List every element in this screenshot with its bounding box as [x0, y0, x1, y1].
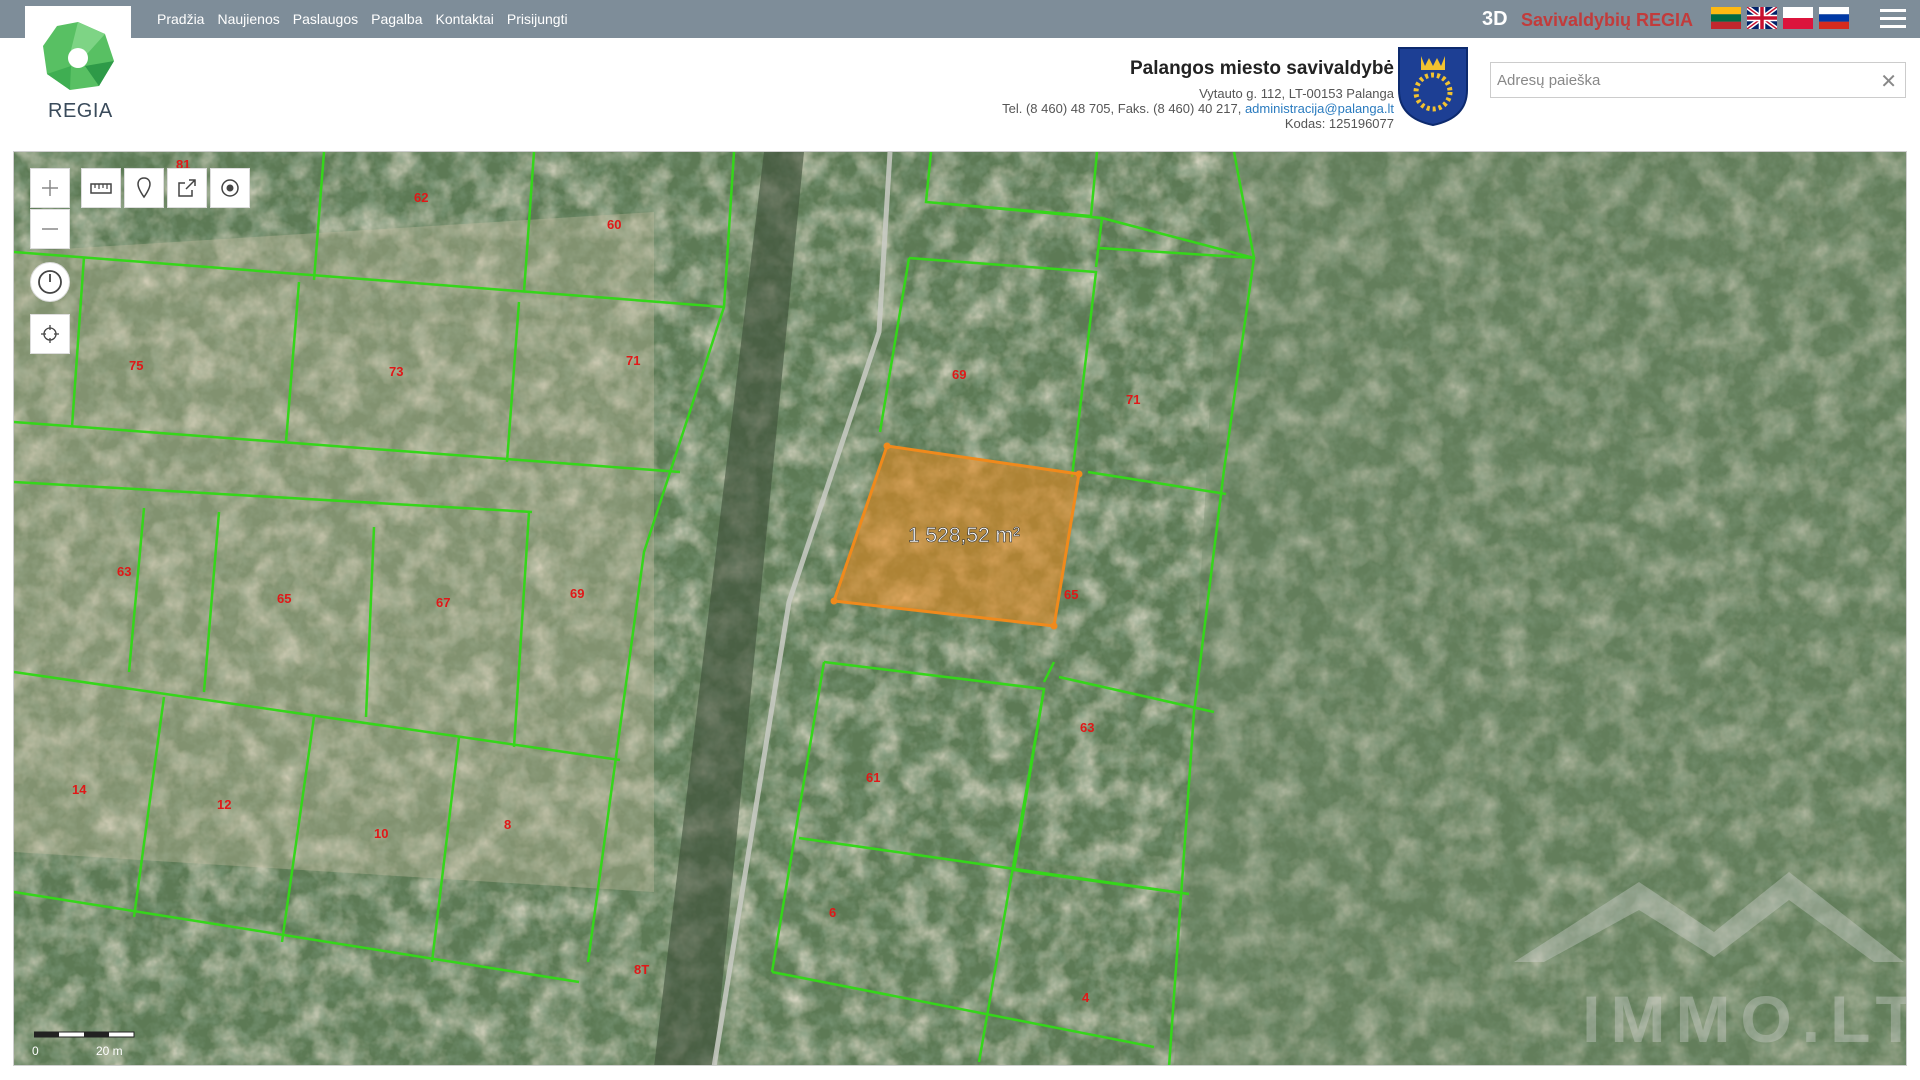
- parcel-label: 69: [570, 586, 584, 601]
- parcel-label: 60: [607, 217, 621, 232]
- scale-bar: 0 20 m: [32, 1030, 154, 1058]
- municipality-name: Palangos miesto savivaldybė: [1129, 58, 1394, 79]
- nav-item-prisijungti[interactable]: Prisijungti: [507, 11, 568, 27]
- regia-logo-icon: [43, 22, 114, 90]
- nav-item-kontaktai[interactable]: Kontaktai: [436, 11, 494, 27]
- aerial-map[interactable]: 1 528,52 m² 81 62 60 75 73 71 69 71 63 6…: [14, 152, 1907, 1066]
- coat-of-arms-icon: [1398, 47, 1468, 126]
- geolocate-button[interactable]: [30, 314, 70, 354]
- watermark-text: IMMO.LT: [1582, 982, 1907, 1056]
- parcel-label: 65: [1064, 587, 1078, 602]
- ru-flag-icon[interactable]: [1819, 7, 1849, 29]
- parcel-label: 8T: [634, 962, 649, 977]
- address-search: ✕: [1490, 62, 1906, 98]
- nav-item-pagalba[interactable]: Pagalba: [371, 11, 422, 27]
- map-view[interactable]: 1 528,52 m² 81 62 60 75 73 71 69 71 63 6…: [13, 151, 1907, 1066]
- parcel-label: 8: [504, 817, 511, 832]
- municipality-address: Vytauto g. 112, LT-00153 Palanga: [1199, 86, 1394, 101]
- share-icon: [178, 179, 196, 197]
- area-measurement: 1 528,52 m²: [908, 524, 1020, 547]
- parcel-label: 10: [374, 826, 388, 841]
- parcel-label: 67: [436, 595, 450, 610]
- parcel-label: 12: [217, 797, 231, 812]
- scale-distance: 20 m: [96, 1044, 123, 1058]
- minus-icon: [42, 228, 58, 230]
- 3d-link[interactable]: 3D: [1482, 8, 1508, 31]
- target-icon: [221, 179, 239, 197]
- parcel-label: 69: [952, 367, 966, 382]
- plus-icon: [42, 180, 58, 196]
- brand-name: Savivaldybių REGIA: [1521, 10, 1694, 30]
- parcel-label: 73: [389, 364, 403, 379]
- clear-search-icon[interactable]: ✕: [1880, 69, 1897, 94]
- parcel-label: 71: [626, 353, 640, 368]
- uk-flag-icon[interactable]: [1747, 7, 1777, 29]
- nav-item-pradzia[interactable]: Pradžia: [157, 11, 204, 27]
- clock-icon: [38, 270, 62, 294]
- lt-flag-icon[interactable]: [1711, 7, 1741, 29]
- language-flags: [1711, 7, 1849, 29]
- zoom-out-button[interactable]: [30, 209, 70, 249]
- scale-bar-graphic: [34, 1031, 135, 1038]
- zoom-in-button[interactable]: [30, 168, 70, 208]
- parcel-label: 62: [414, 190, 428, 205]
- history-button[interactable]: [30, 262, 70, 302]
- parcel-label: 4: [1082, 990, 1090, 1005]
- pl-flag-icon[interactable]: [1783, 7, 1813, 29]
- map-pin-icon: [137, 177, 151, 199]
- share-button[interactable]: [167, 168, 207, 208]
- address-search-input[interactable]: [1491, 63, 1867, 97]
- parcel-label: 75: [129, 358, 143, 373]
- municipality-info: Palangos miesto savivaldybė Vytauto g. 1…: [1002, 58, 1394, 131]
- municipality-code: Kodas: 125196077: [1284, 116, 1394, 131]
- marker-button[interactable]: [124, 168, 164, 208]
- ruler-icon: [90, 183, 112, 194]
- main-nav: Pradžia Naujienos Paslaugos Pagalba Kont…: [157, 0, 581, 38]
- parcel-label: 63: [1080, 720, 1094, 735]
- crosshair-icon: [41, 325, 59, 343]
- nav-item-paslaugos[interactable]: Paslaugos: [293, 11, 358, 27]
- municipality-email-link[interactable]: administracija@palanga.lt: [1245, 101, 1394, 116]
- parcel-label: 61: [866, 770, 880, 785]
- parcel-label: 63: [117, 564, 131, 579]
- measure-button[interactable]: [81, 168, 121, 208]
- scale-zero: 0: [32, 1044, 39, 1058]
- municipality-phone: Tel. (8 460) 48 705, Faks. (8 460) 40 21…: [1002, 101, 1245, 116]
- nav-item-naujienos[interactable]: Naujienos: [217, 11, 279, 27]
- parcel-label: 6: [829, 905, 836, 920]
- municipality-contacts: Tel. (8 460) 48 705, Faks. (8 460) 40 21…: [1002, 101, 1394, 116]
- parcel-label: 65: [277, 591, 291, 606]
- regia-logo-text: REGIA: [48, 100, 113, 122]
- parcel-label: 14: [72, 782, 87, 797]
- locate-point-button[interactable]: [210, 168, 250, 208]
- menu-icon[interactable]: [1880, 9, 1906, 29]
- parcel-label: 71: [1126, 392, 1140, 407]
